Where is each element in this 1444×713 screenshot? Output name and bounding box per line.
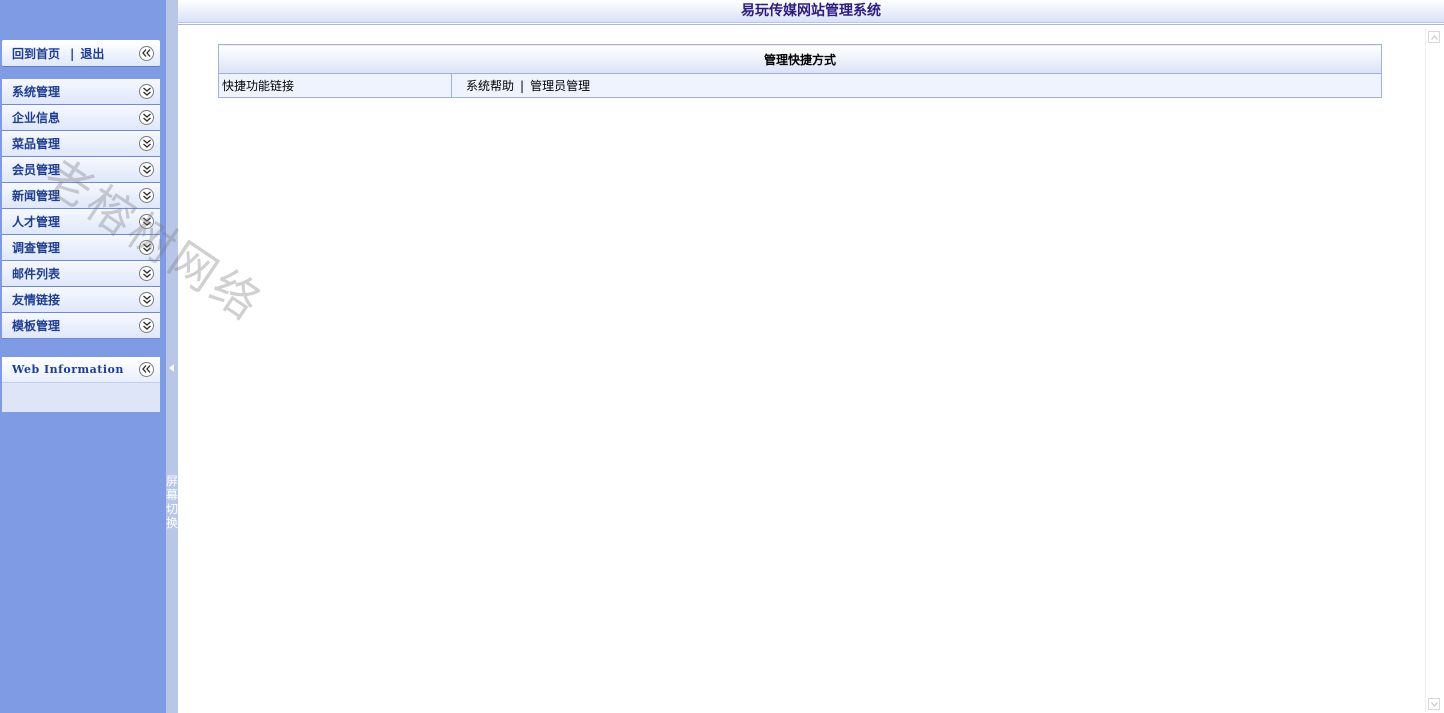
sidebar-item-survey[interactable]: 调查管理 [2, 235, 160, 261]
double-chevron-down-icon[interactable] [139, 161, 154, 177]
sidebar-item-talent[interactable]: 人才管理 [2, 209, 160, 235]
double-chevron-down-icon[interactable] [139, 109, 154, 125]
double-chevron-down-icon[interactable] [139, 213, 154, 229]
sidebar-item-company[interactable]: 企业信息 [2, 105, 160, 131]
double-chevron-left-icon[interactable] [139, 361, 154, 377]
sidebar-item-friend-links[interactable]: 友情链接 [2, 287, 160, 313]
double-chevron-down-icon[interactable] [139, 291, 154, 307]
content-frame: 管理快捷方式 快捷功能链接 系统帮助 | 管理员管理 [178, 24, 1444, 713]
sidebar-splitter[interactable]: 屏幕切换 [166, 0, 178, 713]
top-nav-links: 回到首页 | 退出 [12, 41, 104, 66]
double-chevron-down-icon[interactable] [139, 317, 154, 333]
sidebar-item-system[interactable]: 系统管理 [2, 79, 160, 105]
sidebar-item-members[interactable]: 会员管理 [2, 157, 160, 183]
web-information-title: Web Information [12, 363, 124, 376]
nav-separator: | [70, 46, 75, 61]
scroll-down-icon[interactable] [1428, 698, 1440, 710]
sidebar-item-label: 企业信息 [12, 111, 61, 125]
left-sidebar: 回到首页 | 退出 系统管理 企业信息 菜品管理 会员管理 新闻管理 人才管理 … [0, 0, 166, 713]
sidebar-item-label: 邮件列表 [12, 267, 61, 281]
quick-links-row-label: 快捷功能链接 [218, 73, 452, 98]
collapse-arrow-icon[interactable] [169, 364, 174, 372]
top-nav-box: 回到首页 | 退出 [2, 40, 160, 67]
sidebar-item-label: 模板管理 [12, 319, 61, 333]
quick-links-header: 管理快捷方式 [218, 44, 1382, 74]
admin-window: 回到首页 | 退出 系统管理 企业信息 菜品管理 会员管理 新闻管理 人才管理 … [0, 0, 1444, 713]
system-help-link[interactable]: 系统帮助 [466, 79, 514, 93]
page-title: 易玩传媒网站管理系统 [741, 3, 881, 19]
sidebar-item-label: 系统管理 [12, 85, 61, 99]
logout-link[interactable]: 退出 [80, 45, 104, 62]
title-bar: 易玩传媒网站管理系统 [178, 0, 1444, 23]
quick-links-cell: 系统帮助 | 管理员管理 [451, 73, 1382, 98]
double-chevron-down-icon[interactable] [139, 187, 154, 203]
sidebar-item-label: 调查管理 [12, 241, 61, 255]
table-row: 快捷功能链接 系统帮助 | 管理员管理 [218, 73, 1382, 98]
screen-switch-label[interactable]: 屏幕切换 [166, 474, 178, 530]
sidebar-menu: 系统管理 企业信息 菜品管理 会员管理 新闻管理 人才管理 调查管理 邮件列表 … [2, 79, 160, 339]
quick-links-table: 管理快捷方式 快捷功能链接 系统帮助 | 管理员管理 [218, 44, 1382, 98]
sidebar-item-templates[interactable]: 模板管理 [2, 313, 160, 339]
sidebar-item-label: 会员管理 [12, 163, 61, 177]
sidebar-item-label: 友情链接 [12, 293, 61, 307]
double-chevron-down-icon[interactable] [139, 239, 154, 255]
home-link[interactable]: 回到首页 [12, 45, 60, 62]
sidebar-item-label: 人才管理 [12, 215, 61, 229]
sidebar-item-dishes[interactable]: 菜品管理 [2, 131, 160, 157]
sidebar-item-label: 菜品管理 [12, 137, 61, 151]
double-chevron-left-icon[interactable] [139, 45, 154, 61]
link-separator: | [520, 79, 525, 93]
web-information-header[interactable]: Web Information [2, 357, 160, 383]
main-area: 易玩传媒网站管理系统 管理快捷方式 快捷功能链接 系统帮助 | 管理员管理 [178, 0, 1444, 713]
admin-management-link[interactable]: 管理员管理 [530, 79, 590, 93]
scroll-up-icon[interactable] [1428, 31, 1440, 43]
double-chevron-down-icon[interactable] [139, 265, 154, 281]
table-header-row: 管理快捷方式 [218, 44, 1382, 74]
sidebar-item-news[interactable]: 新闻管理 [2, 183, 160, 209]
double-chevron-down-icon[interactable] [139, 83, 154, 99]
vertical-scrollbar[interactable] [1425, 29, 1442, 712]
sidebar-item-mail-list[interactable]: 邮件列表 [2, 261, 160, 287]
sidebar-item-label: 新闻管理 [12, 189, 61, 203]
web-information-panel: Web Information [2, 357, 160, 412]
double-chevron-down-icon[interactable] [139, 135, 154, 151]
